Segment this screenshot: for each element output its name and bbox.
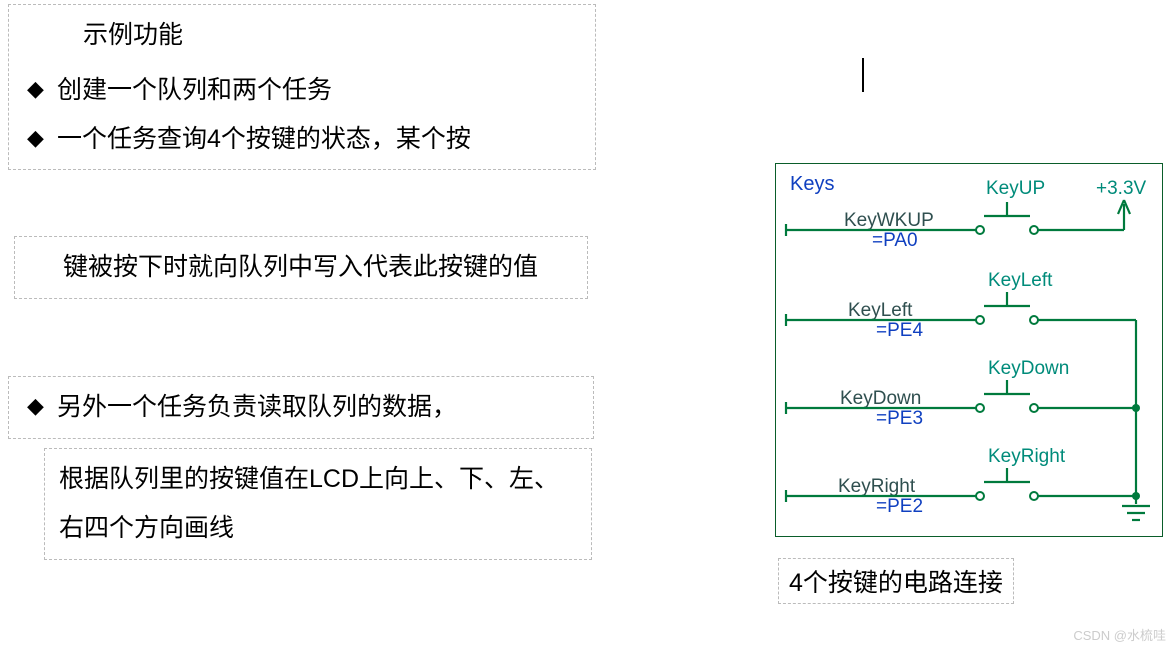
switch-label-down: KeyDown (988, 358, 1069, 379)
watermark: CSDN @水梳哇 (1073, 625, 1166, 644)
net-right-name: KeyRight (838, 476, 916, 497)
power-symbol (1118, 200, 1130, 230)
schematic-box: Keys +3.3V KeyUP KeyWKUP =PA0 KeyLeft Ke… (775, 163, 1163, 537)
bullet-3-cont-text: 根据队列里的按键值在LCD上向上、下、左、右四个方向画线 (59, 455, 581, 553)
switch-label-left: KeyLeft (988, 270, 1053, 291)
bullet-3-line1: 另外一个任务负责读取队列的数据， (23, 383, 583, 432)
bullet-2-line1-text: 一个任务查询4个按键的状态，某个按 (57, 125, 471, 153)
bullet-3-line1-box: 另外一个任务负责读取队列的数据， (8, 376, 594, 439)
net-down-pin: =PE3 (876, 408, 923, 429)
bullet-1: 创建一个队列和两个任务 (23, 66, 585, 115)
net-wkup-name: KeyWKUP (844, 210, 934, 231)
bullet-3-line1-text: 另外一个任务负责读取队列的数据， (57, 393, 457, 421)
schematic-svg: Keys +3.3V KeyUP KeyWKUP =PA0 KeyLeft Ke… (776, 164, 1162, 536)
bullet-2-cont-text: 键被按下时就向队列中写入代表此按键的值 (29, 243, 577, 292)
row-wkup: KeyUP KeyWKUP =PA0 (786, 178, 1124, 251)
bullet-1-text: 创建一个队列和两个任务 (57, 76, 332, 104)
section-title: 示例功能 (23, 11, 585, 66)
schematic-caption: 4个按键的电路连接 (778, 558, 1014, 604)
text-caret (862, 58, 864, 92)
ground-symbol (1122, 506, 1150, 520)
net-right-pin: =PE2 (876, 496, 923, 517)
schematic-title: Keys (790, 173, 834, 195)
bullet-3-continuation: 根据队列里的按键值在LCD上向上、下、左、右四个方向画线 (44, 448, 592, 560)
net-wkup-pin: =PA0 (872, 230, 918, 251)
net-left-name: KeyLeft (848, 300, 913, 321)
row-left: KeyLeft KeyLeft =PE4 (786, 270, 1136, 341)
bullet-2-line1: 一个任务查询4个按键的状态，某个按 (23, 115, 585, 164)
row-down: KeyDown KeyDown =PE3 (786, 358, 1140, 429)
bullet-2-continuation: 键被按下时就向队列中写入代表此按键的值 (14, 236, 588, 299)
net-left-pin: =PE4 (876, 320, 923, 341)
switch-label-up: KeyUP (986, 178, 1045, 199)
switch-label-right: KeyRight (988, 446, 1066, 467)
row-right: KeyRight KeyRight =PE2 (786, 446, 1140, 517)
schematic-caption-text: 4个按键的电路连接 (789, 569, 1003, 597)
voltage-label: +3.3V (1096, 178, 1147, 199)
title-and-first-bullets: 示例功能 创建一个队列和两个任务 一个任务查询4个按键的状态，某个按 (8, 4, 596, 170)
net-down-name: KeyDown (840, 388, 921, 409)
